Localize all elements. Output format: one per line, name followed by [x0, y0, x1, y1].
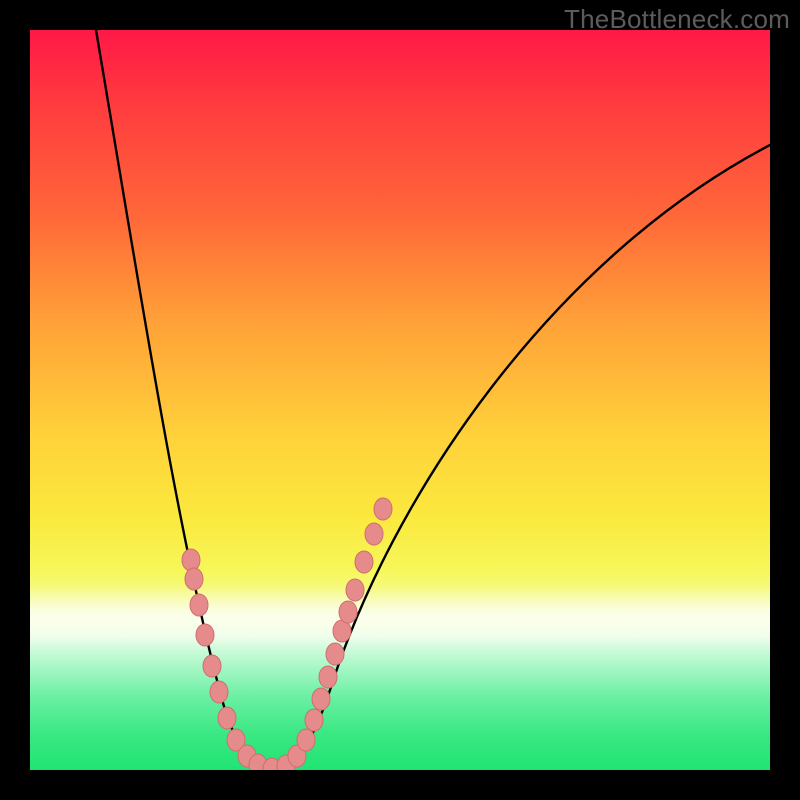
plot-area: [30, 30, 770, 770]
data-dot: [196, 624, 214, 646]
data-dot: [326, 643, 344, 665]
dots-left: [182, 549, 281, 770]
dots-right: [277, 498, 392, 770]
data-dot: [218, 707, 236, 729]
data-dot: [374, 498, 392, 520]
data-dot: [182, 549, 200, 571]
data-dot: [312, 688, 330, 710]
data-dot: [190, 594, 208, 616]
chart-frame: TheBottleneck.com: [0, 0, 800, 800]
data-dot: [339, 601, 357, 623]
data-dot: [203, 655, 221, 677]
data-dots: [30, 30, 770, 770]
watermark-text: TheBottleneck.com: [564, 4, 790, 35]
data-dot: [346, 579, 364, 601]
data-dot: [305, 709, 323, 731]
data-dot: [210, 681, 228, 703]
data-dot: [297, 729, 315, 751]
data-dot: [365, 523, 383, 545]
data-dot: [319, 666, 337, 688]
data-dot: [355, 551, 373, 573]
data-dot: [185, 568, 203, 590]
